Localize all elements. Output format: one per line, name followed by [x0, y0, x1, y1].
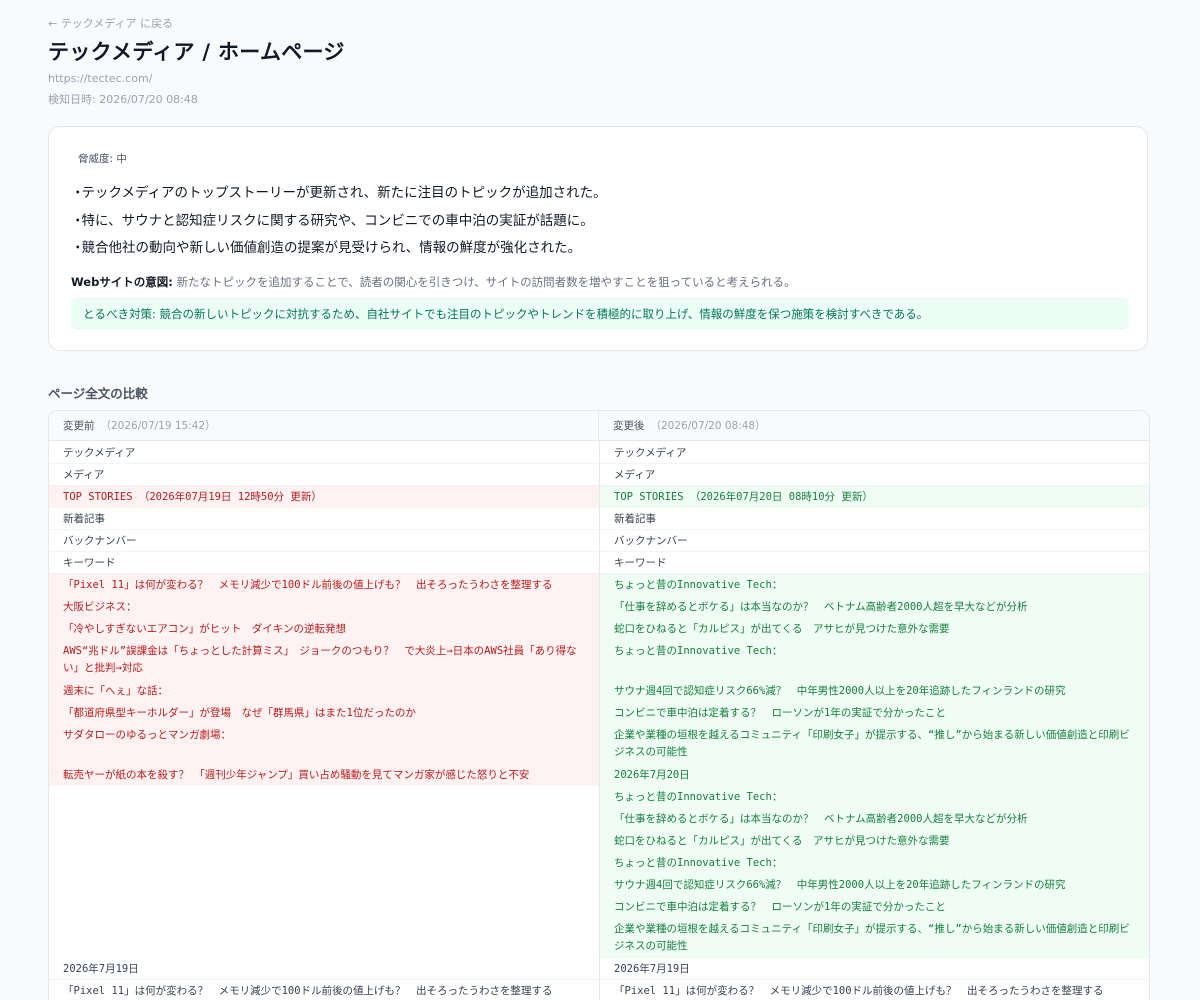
added-line: ちょっと昔のInnovative Tech：: [614, 857, 783, 869]
added-line: TOP STORIES （2026年07月20日 08時10分 更新）: [614, 491, 873, 503]
added-line: 2026年7月20日: [614, 769, 690, 781]
before-timestamp: （2026/07/19 15:42）: [100, 420, 216, 432]
unchanged-line: 新着記事: [63, 513, 105, 525]
unchanged-line: テックメディア: [63, 447, 136, 459]
after-label: 変更後: [613, 420, 645, 432]
unchanged-line: 2026年7月19日: [63, 963, 139, 975]
added-line: コンビニで車中泊は定着する？ ローソンが1年の実証で分かったこと: [614, 707, 946, 719]
removed-line: 「都道府県型キーホルダー」が登場 なぜ「群馬県」はまた1位だったのか: [63, 707, 416, 719]
back-link[interactable]: ← テックメディア に戻る: [48, 15, 173, 31]
unchanged-line: 「Pixel 11」は何が変わる？ メモリ減少で100ドル前後の値上げも？ 出そ…: [614, 985, 1104, 997]
row-separator: [49, 463, 599, 464]
row-separator: [600, 979, 1149, 980]
added-line: サウナ週4回で認知症リスク66%減？ 中年男性2000人以上を20年追跡したフィ…: [614, 879, 1066, 891]
summary-bullet: テックメディアのトップストーリーが更新され、新たに注目のトピックが追加された。: [71, 180, 607, 208]
row-separator: [49, 979, 599, 980]
unchanged-line: 2026年7月19日: [614, 963, 690, 975]
added-line: 企業や業種の垣根を越えるコミュニティ「印刷女子」が提示する、“推し”から始まる新…: [614, 729, 1130, 758]
added-line: ちょっと昔のInnovative Tech：: [614, 579, 783, 591]
row-separator: [600, 551, 1149, 552]
row-separator: [49, 573, 599, 574]
unchanged-line: キーワード: [614, 557, 667, 569]
removed-line: 「Pixel 11」は何が変わる？ メモリ減少で100ドル前後の値上げも？ 出そ…: [63, 579, 553, 591]
removed-line: サダタローのゆるっとマンガ劇場：: [63, 729, 231, 741]
recommended-action: とるべき対策: 競合の新しいトピックに対抗するため、自社サイトでも注目のトピック…: [71, 298, 1129, 330]
removed-line: AWS“兆ドル”誤課金は「ちょっとした計算ミス」 ジョークのつもり？ で大炎上→…: [63, 645, 577, 674]
threat-level-badge: 脅威度: 中: [78, 153, 127, 165]
row-separator: [49, 485, 599, 486]
added-line: サウナ週4回で認知症リスク66%減？ 中年男性2000人以上を20年追跡したフィ…: [614, 685, 1066, 697]
added-line: 企業や業種の垣根を越えるコミュニティ「印刷女子」が提示する、“推し”から始まる新…: [614, 923, 1130, 952]
comparison-section-title: ページ全文の比較: [48, 386, 148, 401]
unchanged-line: キーワード: [63, 557, 116, 569]
after-column-header: 変更後 （2026/07/20 08:48）: [599, 411, 1149, 441]
unchanged-line: 「Pixel 11」は何が変わる？ メモリ減少で100ドル前後の値上げも？ 出そ…: [63, 985, 553, 997]
added-line: ちょっと昔のInnovative Tech：: [614, 791, 783, 803]
summary-bullet: 特に、サウナと認知症リスクに関する研究や、コンビニでの車中泊の実証が話題に。: [71, 208, 607, 236]
added-line: 「仕事を辞めるとボケる」は本当なのか？ ベトナム高齢者2000人超を早大などが分…: [614, 813, 1028, 825]
row-separator: [49, 529, 599, 530]
site-intent-label: Webサイトの意図:: [71, 275, 173, 289]
added-line: 「仕事を辞めるとボケる」は本当なのか？ ベトナム高齢者2000人超を早大などが分…: [614, 601, 1028, 613]
page-url: https://tectec.com/: [48, 72, 153, 85]
site-intent-text: 新たなトピックを追加することで、読者の関心を引きつけ、サイトの訪問者数を増やすこ…: [176, 275, 796, 289]
unchanged-line: バックナンバー: [63, 535, 137, 547]
diff-table[interactable]: 変更前 （2026/07/19 15:42） 変更後 （2026/07/20 08:…: [48, 410, 1150, 1000]
unchanged-line: バックナンバー: [614, 535, 688, 547]
after-timestamp: （2026/07/20 08:48）: [650, 420, 766, 432]
row-separator: [49, 551, 599, 552]
page: ← テックメディア に戻る テックメディア / ホームページ https://t…: [0, 0, 1200, 1000]
added-line: ちょっと昔のInnovative Tech：: [614, 645, 783, 657]
site-intent: Webサイトの意図: 新たなトピックを追加することで、読者の関心を引きつけ、サイ…: [71, 274, 796, 290]
before-column-header: 変更前 （2026/07/19 15:42）: [49, 411, 599, 441]
removed-line: 大阪ビジネス：: [63, 601, 137, 613]
unchanged-line: 新着記事: [614, 513, 656, 525]
summary-bullets: テックメディアのトップストーリーが更新され、新たに注目のトピックが追加された。 …: [71, 180, 607, 263]
unchanged-line: テックメディア: [614, 447, 687, 459]
added-line: 蛇口をひねると「カルピス」が出てくる アサヒが見つけた意外な需要: [614, 835, 950, 847]
page-title: テックメディア / ホームページ: [48, 40, 345, 64]
removed-line: 「冷やしすぎないエアコン」がヒット ダイキンの逆転発想: [63, 623, 346, 635]
before-label: 変更前: [63, 420, 95, 432]
unchanged-line: メディア: [614, 469, 656, 481]
row-separator: [600, 485, 1149, 486]
removed-line: 転売ヤーが紙の本を殺す？ 「週刊少年ジャンプ」買い占め騒動を見てマンガ家が感じた…: [63, 769, 530, 781]
removed-line: TOP STORIES （2026年07月19日 12時50分 更新）: [63, 491, 322, 503]
row-separator: [600, 463, 1149, 464]
added-line: 蛇口をひねると「カルピス」が出てくる アサヒが見つけた意外な需要: [614, 623, 950, 635]
row-separator: [600, 529, 1149, 530]
unchanged-line: メディア: [63, 469, 105, 481]
row-separator: [600, 573, 1149, 574]
detected-timestamp: 検知日時: 2026/07/20 08:48: [48, 93, 198, 106]
summary-card: 脅威度: 中 テックメディアのトップストーリーが更新され、新たに注目のトピックが…: [48, 126, 1148, 351]
added-line: コンビニで車中泊は定着する？ ローソンが1年の実証で分かったこと: [614, 901, 946, 913]
removed-line: 週末に「へぇ」な話：: [63, 685, 168, 697]
summary-bullet: 競合他社の動向や新しい価値創造の提案が見受けられ、情報の鮮度が強化された。: [71, 235, 607, 263]
